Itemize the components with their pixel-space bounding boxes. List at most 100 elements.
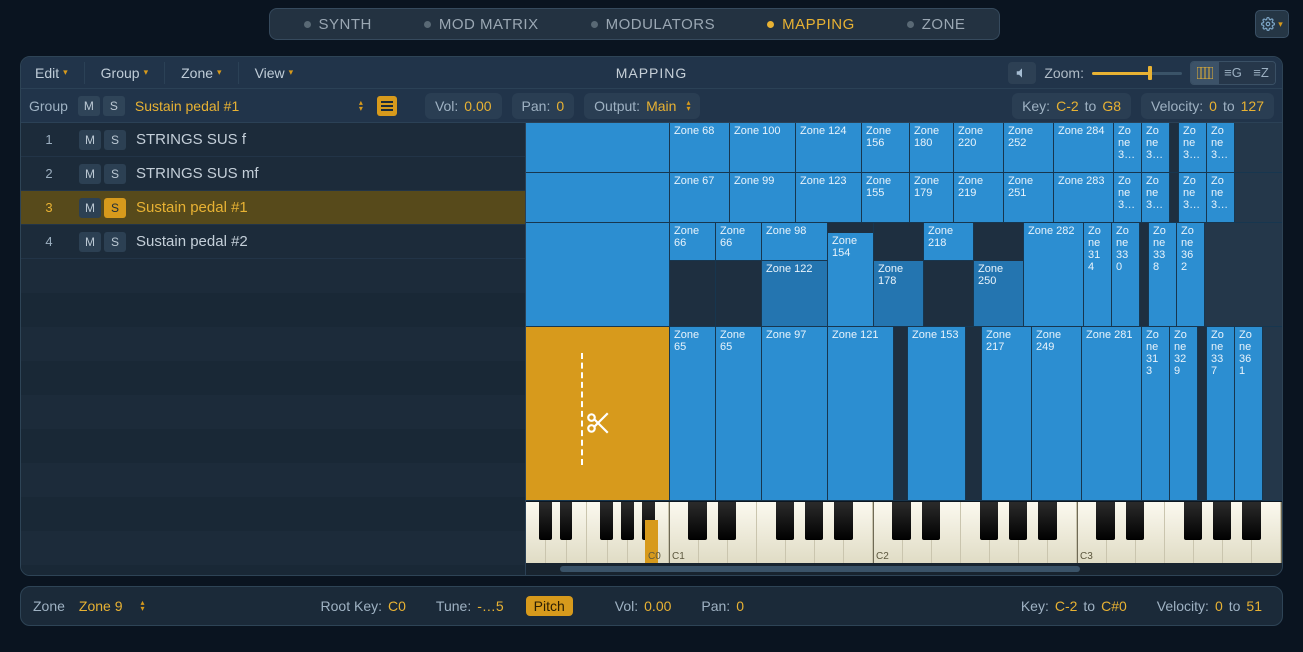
zone-cell[interactable]: Zone 99 — [730, 173, 796, 222]
zone-cell[interactable]: Zo ne 3… — [1207, 123, 1235, 172]
zone-key-high[interactable]: C#0 — [1101, 598, 1127, 614]
zone-vol-value[interactable]: 0.00 — [644, 598, 671, 614]
zone-cell[interactable]: Zone 179 — [910, 173, 954, 222]
tune-value[interactable]: -…5 — [477, 598, 503, 614]
zone-cell[interactable] — [526, 173, 670, 222]
velocity-low-value[interactable]: 0 — [1209, 98, 1217, 114]
output-stepper[interactable]: ▴▾ — [686, 100, 690, 112]
view-mode-keyboard[interactable] — [1191, 62, 1219, 84]
zone-cell[interactable]: Zone 153 — [908, 327, 966, 500]
zone-cell[interactable]: Zone 67 — [670, 173, 730, 222]
group-menu[interactable]: Group▾ — [93, 60, 156, 86]
group-mute-button[interactable]: M — [78, 96, 100, 116]
zone-cell[interactable]: Zo ne 31 3 — [1142, 327, 1170, 500]
solo-button[interactable]: S — [104, 198, 126, 218]
zone-cell[interactable]: Zone 154 — [828, 233, 874, 326]
zone-cell[interactable]: Zone 283 — [1054, 173, 1114, 222]
pan-value[interactable]: 0 — [556, 98, 564, 114]
zone-cell[interactable]: Zone 219 — [954, 173, 1004, 222]
group-stepper[interactable]: ▴▾ — [359, 100, 363, 112]
zone-cell[interactable]: Zone 65 — [716, 327, 762, 500]
mute-button[interactable]: M — [79, 130, 101, 150]
zone-stepper[interactable]: ▴▾ — [141, 600, 145, 612]
horizontal-scrollbar[interactable] — [526, 563, 1282, 575]
zone-cell[interactable]: Zo ne 36 2 — [1177, 223, 1205, 326]
zone-name-select[interactable]: Zone 9 — [79, 598, 123, 614]
zone-vel-low[interactable]: 0 — [1215, 598, 1223, 614]
zone-cell-selected[interactable] — [526, 327, 670, 500]
zone-cell[interactable]: Zone 178 — [874, 261, 924, 326]
zone-cell[interactable]: Zone 122 — [762, 261, 828, 326]
zone-cell[interactable]: Zone 155 — [862, 173, 910, 222]
audition-button[interactable] — [1008, 62, 1036, 84]
solo-button[interactable]: S — [104, 164, 126, 184]
zone-cell[interactable]: Zo ne 3… — [1179, 173, 1207, 222]
zone-cell[interactable]: Zo ne 3… — [1114, 123, 1142, 172]
zone-cell[interactable]: Zo ne 3… — [1207, 173, 1235, 222]
zone-pan-value[interactable]: 0 — [736, 598, 744, 614]
zone-cell[interactable]: Zo ne 3… — [1142, 173, 1170, 222]
zone-cell[interactable]: Zone 218 — [924, 223, 974, 261]
settings-button[interactable]: ▾ — [1255, 10, 1289, 38]
edit-menu[interactable]: Edit▾ — [27, 60, 76, 86]
velocity-high-value[interactable]: 127 — [1241, 98, 1264, 114]
group-row[interactable]: 3 MS Sustain pedal #1 — [21, 191, 525, 225]
zone-cell[interactable]: Zone 250 — [974, 261, 1024, 326]
zone-map[interactable]: Zone 68 Zone 100 Zone 124 Zone 156 Zone … — [526, 123, 1282, 575]
zone-cell[interactable]: Zone 252 — [1004, 123, 1054, 172]
zone-menu[interactable]: Zone▾ — [173, 60, 229, 86]
zone-cell[interactable]: Zone 123 — [796, 173, 862, 222]
zone-cell[interactable]: Zo ne 33 7 — [1207, 327, 1235, 500]
group-solo-button[interactable]: S — [103, 96, 125, 116]
zone-cell[interactable]: Zone 66 — [716, 223, 762, 261]
zone-cell[interactable]: Zone 121 — [828, 327, 894, 500]
output-value[interactable]: Main — [646, 98, 676, 114]
zone-cell[interactable]: Zone 156 — [862, 123, 910, 172]
zone-cell[interactable]: Zone 281 — [1082, 327, 1142, 500]
zoom-slider[interactable] — [1092, 63, 1182, 83]
key-high-value[interactable]: G8 — [1102, 98, 1121, 114]
tab-mod-matrix[interactable]: MOD MATRIX — [398, 9, 565, 39]
solo-button[interactable]: S — [104, 232, 126, 252]
zone-cell[interactable]: Zone 97 — [762, 327, 828, 500]
group-row[interactable]: 1 MS STRINGS SUS f — [21, 123, 525, 157]
key-low-value[interactable]: C-2 — [1056, 98, 1079, 114]
zone-cell[interactable]: Zo ne 36 1 — [1235, 327, 1263, 500]
tab-modulators[interactable]: MODULATORS — [565, 9, 741, 39]
view-menu[interactable]: View▾ — [247, 60, 302, 86]
rootkey-value[interactable]: C0 — [388, 598, 406, 614]
zone-cell[interactable] — [526, 223, 670, 326]
zone-cell[interactable]: Zone 65 — [670, 327, 716, 500]
zone-vel-high[interactable]: 51 — [1246, 598, 1262, 614]
zone-cell[interactable]: Zone 68 — [670, 123, 730, 172]
zone-cell[interactable]: Zo ne 33 8 — [1149, 223, 1177, 326]
mute-button[interactable]: M — [79, 164, 101, 184]
mute-button[interactable]: M — [79, 198, 101, 218]
zone-cell[interactable]: Zone 217 — [982, 327, 1032, 500]
zone-cell[interactable]: Zone 98 — [762, 223, 828, 261]
zone-cell[interactable]: Zo ne 31 4 — [1084, 223, 1112, 326]
view-mode-zone-list[interactable]: ≡Z — [1247, 62, 1275, 84]
zone-cell[interactable]: Zone 282 — [1024, 223, 1084, 326]
zone-cell[interactable]: Zo ne 32 9 — [1170, 327, 1198, 500]
view-mode-group[interactable]: ≡G — [1219, 62, 1247, 84]
zone-cell[interactable]: Zone 220 — [954, 123, 1004, 172]
zone-cell[interactable]: Zone 251 — [1004, 173, 1054, 222]
zone-cell[interactable]: Zo ne 33 0 — [1112, 223, 1140, 326]
vol-value[interactable]: 0.00 — [464, 98, 491, 114]
tab-zone[interactable]: ZONE — [881, 9, 992, 39]
zone-key-low[interactable]: C-2 — [1055, 598, 1078, 614]
keyboard[interactable]: C0 C1 C2 C3 — [526, 501, 1282, 563]
zone-cell[interactable]: Zone 249 — [1032, 327, 1082, 500]
zone-cell[interactable]: Zone 124 — [796, 123, 862, 172]
mute-button[interactable]: M — [79, 232, 101, 252]
zone-cell[interactable]: Zone 284 — [1054, 123, 1114, 172]
zone-cell[interactable]: Zo ne 3… — [1179, 123, 1207, 172]
zone-cell[interactable]: Zone 66 — [670, 223, 716, 261]
zone-cell[interactable]: Zo ne 3… — [1142, 123, 1170, 172]
zone-cell[interactable]: Zo ne 3… — [1114, 173, 1142, 222]
group-list-icon[interactable] — [377, 96, 397, 116]
group-name-select[interactable]: Sustain pedal #1 — [135, 98, 345, 114]
group-row[interactable]: 2 MS STRINGS SUS mf — [21, 157, 525, 191]
pitch-button[interactable]: Pitch — [526, 596, 573, 616]
